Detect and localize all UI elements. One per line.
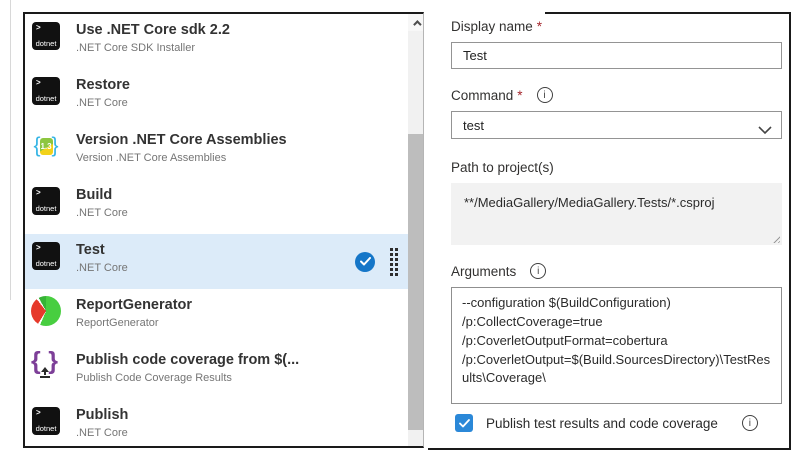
- task-title: Publish: [76, 406, 128, 424]
- task-item-build[interactable]: >dotnet Build .NET Core: [25, 179, 408, 234]
- task-item-use-dotnet-sdk[interactable]: >dotnet Use .NET Core sdk 2.2 .NET Core …: [25, 14, 408, 69]
- info-icon[interactable]: i: [742, 415, 758, 431]
- dotnet-icon: >dotnet: [32, 77, 60, 105]
- report-generator-pie-icon: [31, 296, 61, 326]
- path-to-projects-field: **/MediaGallery/MediaGallery.Tests/*.csp…: [451, 183, 782, 245]
- task-title: Restore: [76, 76, 130, 94]
- task-item-version-assemblies[interactable]: { 1.3 } Version .NET Core Assemblies Ver…: [25, 124, 408, 179]
- dotnet-icon: >dotnet: [32, 242, 60, 270]
- image-frame-edge: [10, 0, 11, 300]
- task-title: Use .NET Core sdk 2.2: [76, 21, 230, 39]
- task-list-scrollbar[interactable]: [408, 14, 423, 446]
- arguments-label: Arguments: [451, 264, 516, 279]
- version-assemblies-icon: { 1.3 }: [31, 131, 61, 161]
- task-item-publish-code-coverage[interactable]: { } Publish code coverage from $(... Pub…: [25, 344, 408, 399]
- publish-results-checkbox-label: Publish test results and code coverage: [486, 416, 718, 431]
- task-title: Publish code coverage from $(...: [76, 351, 299, 369]
- path-to-projects-label: Path to project(s): [451, 160, 554, 175]
- task-subtitle: .NET Core: [76, 206, 128, 221]
- required-asterisk: *: [537, 19, 542, 34]
- command-label: Command: [451, 88, 513, 103]
- task-subtitle: .NET Core: [76, 426, 128, 441]
- task-subtitle: Publish Code Coverage Results: [76, 371, 299, 386]
- scrollbar-thumb[interactable]: [408, 134, 423, 430]
- code-coverage-braces-icon: { }: [31, 351, 61, 381]
- display-name-label: Display name: [451, 19, 533, 34]
- task-list: >dotnet Use .NET Core sdk 2.2 .NET Core …: [25, 14, 408, 446]
- info-icon[interactable]: i: [530, 263, 546, 279]
- task-list-panel: >dotnet Use .NET Core sdk 2.2 .NET Core …: [23, 12, 424, 448]
- task-subtitle: ReportGenerator: [76, 316, 192, 331]
- command-select[interactable]: test: [451, 111, 782, 139]
- scroll-up-button[interactable]: [408, 14, 423, 31]
- task-item-restore[interactable]: >dotnet Restore .NET Core: [25, 69, 408, 124]
- task-subtitle: .NET Core: [76, 261, 128, 276]
- pipeline-editor: >dotnet Use .NET Core sdk 2.2 .NET Core …: [0, 0, 806, 463]
- task-title: ReportGenerator: [76, 296, 192, 314]
- chevron-down-icon: [758, 122, 772, 140]
- task-subtitle: .NET Core SDK Installer: [76, 41, 230, 56]
- task-config-panel: Display name * Command * i test Path to …: [428, 12, 791, 450]
- chevron-up-icon: [413, 20, 421, 28]
- dotnet-icon: >dotnet: [32, 187, 60, 215]
- task-subtitle: .NET Core: [76, 96, 130, 111]
- task-item-publish[interactable]: >dotnet Publish .NET Core: [25, 399, 408, 446]
- dotnet-icon: >dotnet: [32, 22, 60, 50]
- task-subtitle: Version .NET Core Assemblies: [76, 151, 287, 166]
- required-asterisk: *: [517, 88, 522, 103]
- task-item-reportgenerator[interactable]: ReportGenerator ReportGenerator: [25, 289, 408, 344]
- drag-handle-icon[interactable]: [390, 248, 398, 276]
- task-item-test[interactable]: >dotnet Test .NET Core: [25, 234, 408, 289]
- path-to-projects-input[interactable]: **/MediaGallery/MediaGallery.Tests/*.csp…: [451, 183, 782, 245]
- task-title: Build: [76, 186, 128, 204]
- display-name-input[interactable]: [451, 42, 782, 69]
- task-title: Test: [76, 241, 128, 259]
- command-selected-value: test: [463, 118, 484, 133]
- upload-arrow-icon: [40, 367, 50, 378]
- task-title: Version .NET Core Assemblies: [76, 131, 287, 149]
- dotnet-icon: >dotnet: [32, 407, 60, 435]
- selected-check-icon: [355, 252, 375, 272]
- info-icon[interactable]: i: [537, 87, 553, 103]
- arguments-input[interactable]: --configuration $(BuildConfiguration) /p…: [451, 287, 782, 404]
- publish-results-checkbox[interactable]: [455, 414, 473, 432]
